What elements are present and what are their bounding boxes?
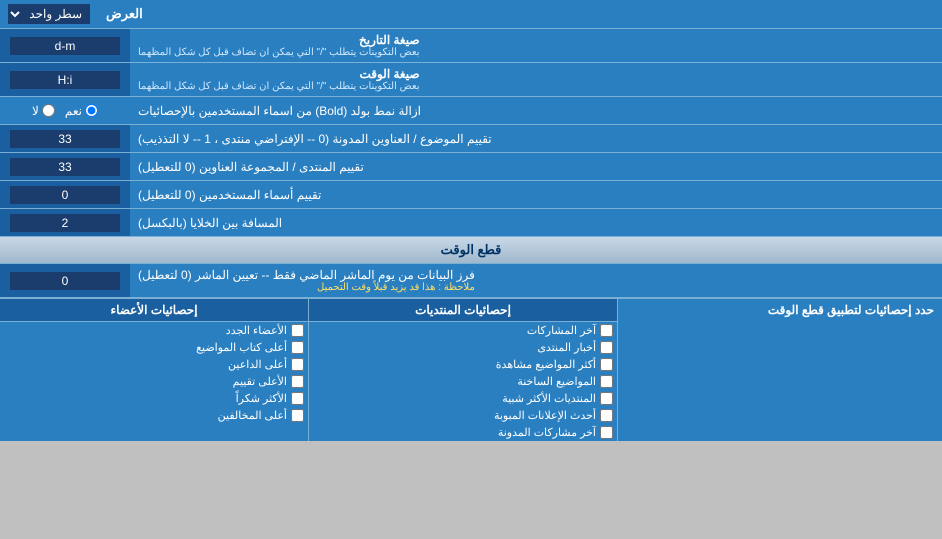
date-format-input[interactable]: d-m [10,37,120,55]
forum-group-order-input-cell [0,153,130,180]
stats-bottom-section: حدد إحصائيات لتطبيق قطع الوقت إحصائيات ا… [0,298,942,441]
time-format-label: صيغة الوقت بعض التكوينات يتطلب "/" التي … [130,63,942,96]
stats-limit-label-cell: حدد إحصائيات لتطبيق قطع الوقت [617,299,942,441]
checkbox-new-members-label: الأعضاء الجدد [226,324,287,337]
time-cut-row: فرز البيانات من يوم الماشر الماضي فقط --… [0,264,942,298]
checkbox-hot-topics: المواضيع الساخنة [309,373,617,390]
checkbox-similar-forums: المنتديات الأكثر شبية [309,390,617,407]
stats-members-column: إحصائيات الأعضاء الأعضاء الجدد أعلى كتاب… [0,299,308,441]
time-cut-section-header: قطع الوقت [0,237,942,264]
usernames-order-input-cell [0,181,130,208]
time-format-input-cell: H:i [0,63,130,96]
usernames-order-label: تقييم أسماء المستخدمين (0 للتعطيل) [130,181,942,208]
stats-members-header: إحصائيات الأعضاء [0,299,308,322]
checkbox-top-violated-label: أعلى المخالفين [218,409,287,422]
checkbox-classifieds-input[interactable] [600,409,613,422]
date-format-label: صيغة التاريخ بعض التكوينات يتطلب "/" الت… [130,29,942,62]
checkbox-classifieds-label: أحدث الإعلانات المبوبة [494,409,596,422]
stats-forums-header: إحصائيات المنتديات [309,299,617,322]
checkbox-most-thanked-input[interactable] [291,392,304,405]
checkbox-most-thanked: الأكثر شكراً [0,390,308,407]
checkbox-top-writers-input[interactable] [291,341,304,354]
checkbox-top-writers-label: أعلى كتاب المواضيع [196,341,287,354]
radio-yes-label: نعم [65,104,98,118]
time-cut-input[interactable] [10,272,120,290]
date-format-input-cell: d-m [0,29,130,62]
bold-remove-radio-cell: نعم لا [0,97,130,124]
forum-order-input-cell [0,125,130,152]
bold-remove-label: ازالة نمط بولد (Bold) من اسماء المستخدمي… [130,97,942,124]
time-cut-label: فرز البيانات من يوم الماشر الماضي فقط --… [130,264,942,297]
checkbox-top-inviters: أعلى الداعين [0,356,308,373]
header-row: العرض سطر واحد سطرين ثلاثة أسطر [0,0,942,29]
checkbox-similar-forums-label: المنتديات الأكثر شبية [502,392,596,405]
checkbox-top-rated-label: الأعلى تقييم [233,375,287,388]
checkbox-blog-posts: آخر مشاركات المدونة [309,424,617,441]
radio-yes[interactable] [85,104,98,117]
checkbox-hot-topics-input[interactable] [600,375,613,388]
stats-forums-column: إحصائيات المنتديات آخر المشاركات أخبار ا… [308,299,617,441]
forum-order-input[interactable] [10,130,120,148]
checkbox-most-viewed: أكثر المواضيع مشاهدة [309,356,617,373]
checkbox-most-viewed-input[interactable] [600,358,613,371]
time-format-row: صيغة الوقت بعض التكوينات يتطلب "/" التي … [0,63,942,97]
stats-limit-label: حدد إحصائيات لتطبيق قطع الوقت [626,303,934,317]
checkbox-top-rated: الأعلى تقييم [0,373,308,390]
bold-remove-row: ازالة نمط بولد (Bold) من اسماء المستخدمي… [0,97,942,125]
forum-order-label: تقييم الموضوع / العناوين المدونة (0 -- ا… [130,125,942,152]
checkbox-blog-posts-label: آخر مشاركات المدونة [498,426,596,439]
checkbox-new-members: الأعضاء الجدد [0,322,308,339]
main-container: العرض سطر واحد سطرين ثلاثة أسطر صيغة الت… [0,0,942,441]
checkbox-hot-topics-label: المواضيع الساخنة [517,375,596,388]
cell-spacing-row: المسافة بين الخلايا (بالبكسل) [0,209,942,237]
cell-spacing-input[interactable] [10,214,120,232]
checkbox-top-rated-input[interactable] [291,375,304,388]
checkbox-most-viewed-label: أكثر المواضيع مشاهدة [496,358,596,371]
checkbox-blog-posts-input[interactable] [600,426,613,439]
checkbox-top-inviters-label: أعلى الداعين [228,358,287,371]
time-cut-input-cell [0,264,130,297]
time-format-input[interactable]: H:i [10,71,120,89]
checkbox-new-members-input[interactable] [291,324,304,337]
cell-spacing-label: المسافة بين الخلايا (بالبكسل) [130,209,942,236]
display-select-wrapper: سطر واحد سطرين ثلاثة أسطر [0,0,98,28]
display-dropdown[interactable]: سطر واحد سطرين ثلاثة أسطر [8,4,90,24]
checkbox-latest-posts-label: آخر المشاركات [527,324,596,337]
checkbox-top-violated-input[interactable] [291,409,304,422]
radio-no-label: لا [32,104,55,118]
checkbox-most-thanked-label: الأكثر شكراً [236,392,287,405]
usernames-order-row: تقييم أسماء المستخدمين (0 للتعطيل) [0,181,942,209]
forum-group-order-label: تقييم المنتدى / المجموعة العناوين (0 للت… [130,153,942,180]
date-format-row: صيغة التاريخ بعض التكوينات يتطلب "/" الت… [0,29,942,63]
checkbox-top-inviters-input[interactable] [291,358,304,371]
radio-no[interactable] [42,104,55,117]
cell-spacing-input-cell [0,209,130,236]
checkbox-latest-posts: آخر المشاركات [309,322,617,339]
checkbox-classifieds: أحدث الإعلانات المبوبة [309,407,617,424]
usernames-order-input[interactable] [10,186,120,204]
forum-group-order-row: تقييم المنتدى / المجموعة العناوين (0 للت… [0,153,942,181]
checkbox-top-writers: أعلى كتاب المواضيع [0,339,308,356]
checkbox-top-violated: أعلى المخالفين [0,407,308,424]
checkbox-latest-posts-input[interactable] [600,324,613,337]
checkbox-forum-news: أخبار المنتدى [309,339,617,356]
forum-order-row: تقييم الموضوع / العناوين المدونة (0 -- ا… [0,125,942,153]
checkbox-forum-news-input[interactable] [600,341,613,354]
checkbox-similar-forums-input[interactable] [600,392,613,405]
checkbox-forum-news-label: أخبار المنتدى [537,341,596,354]
forum-group-order-input[interactable] [10,158,120,176]
page-title: العرض [98,0,942,28]
